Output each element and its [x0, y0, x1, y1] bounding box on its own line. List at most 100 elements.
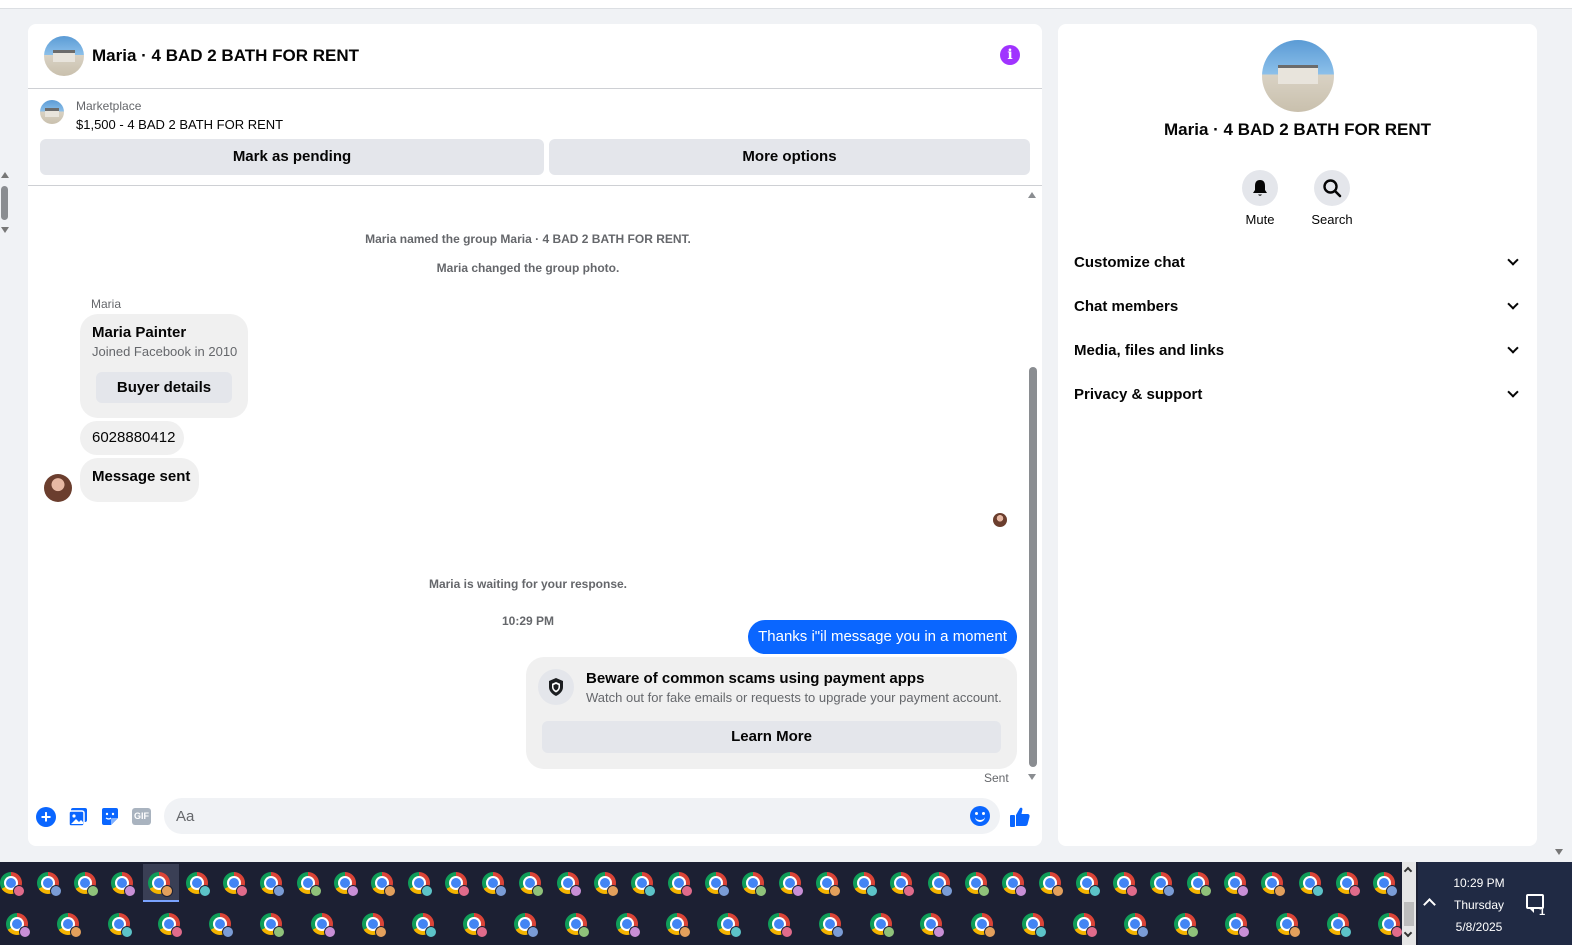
chrome-profile-icon[interactable]	[361, 913, 387, 938]
chrome-profile-icon[interactable]	[964, 872, 990, 897]
chrome-profile-icon[interactable]	[593, 872, 619, 897]
chrome-profile-icon[interactable]	[869, 913, 895, 938]
chrome-profile-icon[interactable]	[742, 872, 767, 897]
chrome-profile-icon[interactable]	[1072, 913, 1098, 938]
chrome-profile-icon[interactable]	[209, 913, 235, 938]
outgoing-message-bubble[interactable]: Thanks i"il message you in a moment	[748, 620, 1017, 654]
chrome-profile-icon[interactable]	[927, 872, 953, 897]
chrome-profile-icon[interactable]	[1298, 872, 1324, 897]
chrome-profile-icon[interactable]	[779, 872, 805, 897]
scrollbar-thumb[interactable]	[1, 186, 8, 220]
plus-icon[interactable]: +	[36, 807, 56, 827]
search-button[interactable]: Search	[1302, 170, 1362, 227]
listing-thumbnail[interactable]	[40, 100, 64, 124]
chrome-profile-icon[interactable]	[818, 913, 844, 938]
chrome-profile-icon[interactable]	[920, 913, 946, 938]
chrome-profile-icon[interactable]	[111, 872, 137, 897]
chrome-profile-icon[interactable]	[1113, 872, 1138, 897]
sidebar-group-avatar[interactable]	[1262, 40, 1334, 112]
chrome-profile-icon[interactable]	[1377, 913, 1403, 938]
chrome-profile-icon[interactable]	[1335, 872, 1361, 897]
chrome-profile-icon[interactable]	[704, 872, 730, 897]
chrome-profile-icon[interactable]	[412, 913, 438, 938]
chrome-profile-icon[interactable]	[1261, 872, 1287, 897]
chrome-profile-icon[interactable]	[1174, 913, 1200, 938]
chrome-profile-icon[interactable]	[185, 872, 211, 897]
mark-as-pending-button[interactable]: Mark as pending	[40, 139, 544, 175]
chrome-profile-icon[interactable]	[971, 913, 997, 938]
chrome-profile-icon[interactable]	[74, 872, 100, 897]
emoji-icon[interactable]	[970, 806, 990, 826]
page-scrollbar[interactable]	[0, 170, 10, 236]
chrome-profile-icon[interactable]	[310, 913, 336, 938]
chrome-profile-icon[interactable]	[1075, 872, 1101, 897]
chrome-profile-icon[interactable]	[556, 872, 582, 897]
chrome-profile-icon[interactable]	[853, 872, 879, 897]
chat-title[interactable]: Maria · 4 BAD 2 BATH FOR RENT	[92, 46, 359, 66]
customize-chat-row[interactable]: Customize chat	[1074, 243, 1521, 287]
chrome-profile-icon[interactable]	[463, 913, 489, 938]
scroll-down-arrow-icon[interactable]	[1, 227, 9, 233]
chat-members-row[interactable]: Chat members	[1074, 287, 1521, 331]
sender-avatar[interactable]	[44, 474, 72, 502]
chrome-profile-icon[interactable]	[333, 872, 359, 897]
chrome-profile-icon[interactable]	[1276, 913, 1301, 938]
chrome-profile-icon[interactable]	[666, 913, 692, 938]
thumbs-up-icon[interactable]	[1008, 805, 1032, 829]
chrome-profile-icon[interactable]	[1187, 872, 1213, 897]
chrome-profile-icon[interactable]	[1150, 872, 1176, 897]
page-scroll-down-icon[interactable]	[1555, 849, 1563, 855]
chrome-profile-icon[interactable]	[1225, 913, 1251, 938]
message-input[interactable]	[164, 798, 1000, 834]
chrome-profile-icon[interactable]	[519, 872, 545, 897]
chrome-profile-icon[interactable]	[482, 872, 508, 897]
chrome-profile-icon[interactable]	[717, 913, 743, 938]
chrome-profile-icon[interactable]	[768, 913, 793, 938]
message-bubble-sent[interactable]: Message sent	[80, 458, 199, 502]
chrome-profile-icon[interactable]	[259, 872, 285, 897]
chrome-profile-icon[interactable]	[56, 913, 82, 938]
more-options-button[interactable]: More options	[549, 139, 1030, 175]
chrome-profile-icon[interactable]	[1224, 872, 1250, 897]
chat-scroll-down-icon[interactable]	[1028, 774, 1036, 780]
chrome-profile-icon[interactable]	[222, 872, 248, 897]
taskbar-scrollbar[interactable]	[1402, 862, 1416, 945]
chrome-profile-icon[interactable]	[107, 913, 133, 938]
chat-scroll-up-icon[interactable]	[1028, 192, 1036, 198]
chrome-profile-icon[interactable]	[6, 913, 31, 938]
chrome-profile-icon[interactable]	[1326, 913, 1352, 938]
chrome-profile-icon[interactable]	[630, 872, 656, 897]
buyer-details-button[interactable]: Buyer details	[96, 372, 232, 403]
privacy-support-row[interactable]: Privacy & support	[1074, 375, 1521, 419]
listing-title[interactable]: $1,500 - 4 BAD 2 BATH FOR RENT	[76, 117, 283, 132]
chrome-profile-icon[interactable]	[1001, 872, 1027, 897]
chrome-profile-icon[interactable]	[260, 913, 285, 938]
chrome-profile-icon[interactable]	[158, 913, 184, 938]
info-icon[interactable]: i	[1000, 45, 1020, 65]
chrome-profile-icon[interactable]	[514, 913, 539, 938]
chrome-profile-icon[interactable]	[890, 872, 916, 897]
taskbar-scroll-thumb[interactable]	[1404, 902, 1414, 926]
chrome-profile-icon[interactable]	[0, 872, 25, 897]
mute-button[interactable]: Mute	[1230, 170, 1290, 227]
chrome-profile-icon[interactable]	[1123, 913, 1149, 938]
sticker-icon[interactable]	[100, 807, 120, 827]
photo-icon[interactable]	[68, 807, 88, 827]
scroll-up-arrow-icon[interactable]	[1, 172, 9, 178]
chrome-profile-icon[interactable]	[37, 872, 63, 897]
chrome-profile-icon[interactable]	[615, 913, 641, 938]
chrome-profile-icon[interactable]	[667, 872, 693, 897]
chrome-profile-icon[interactable]	[1372, 872, 1398, 897]
message-bubble-phone[interactable]: 6028880412	[80, 421, 184, 455]
chrome-profile-icon[interactable]	[371, 872, 396, 897]
chrome-profile-icon[interactable]	[408, 872, 434, 897]
media-files-links-row[interactable]: Media, files and links	[1074, 331, 1521, 375]
chevron-up-icon[interactable]	[1403, 866, 1413, 876]
taskbar-clock[interactable]: 10:29 PM Thursday 5/8/2025	[1440, 872, 1518, 938]
chrome-profile-icon[interactable]	[148, 872, 174, 897]
chrome-profile-icon[interactable]	[1022, 913, 1047, 938]
chrome-profile-icon[interactable]	[296, 872, 322, 897]
chat-scrollbar-thumb[interactable]	[1029, 367, 1037, 767]
learn-more-button[interactable]: Learn More	[542, 721, 1001, 753]
chrome-profile-icon[interactable]	[564, 913, 590, 938]
